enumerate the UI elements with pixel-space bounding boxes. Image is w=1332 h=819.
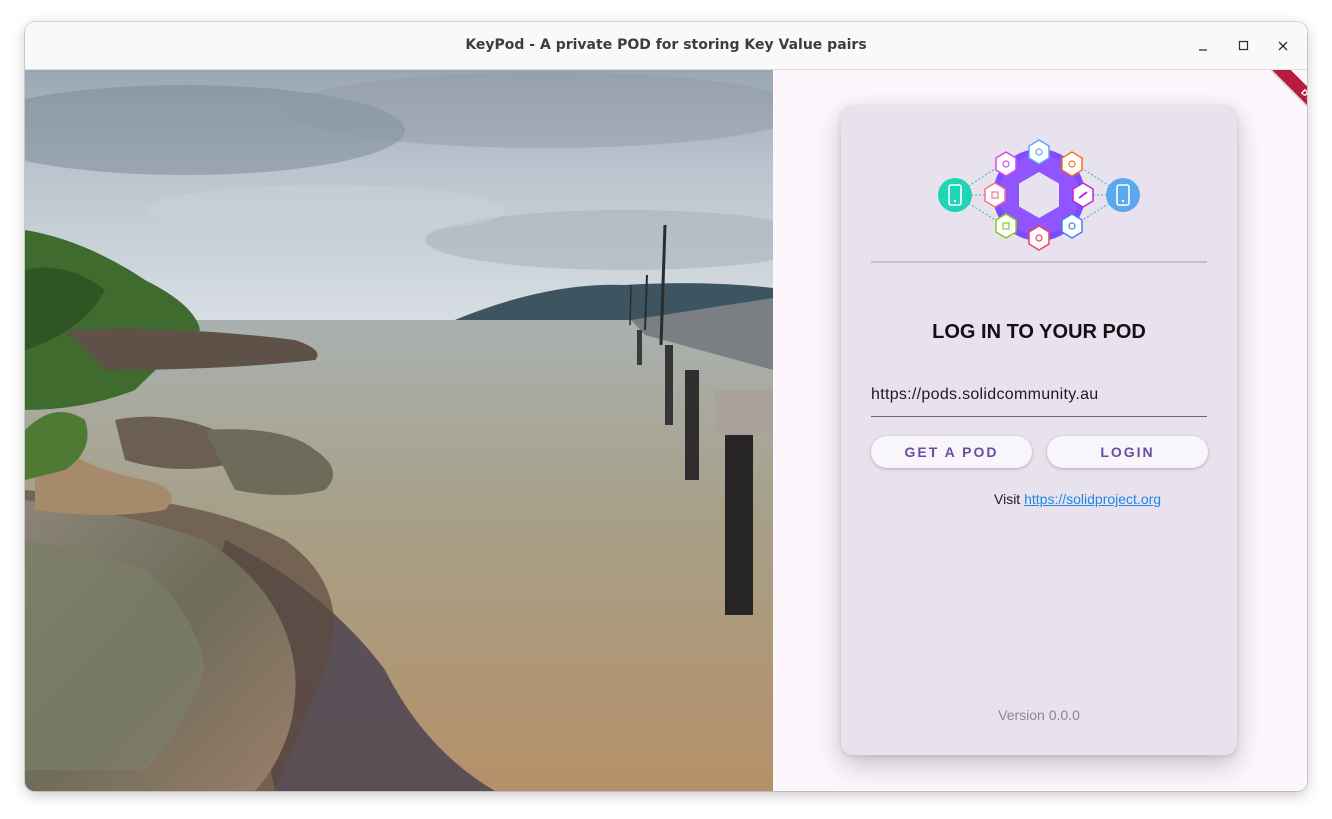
logo-divider <box>871 261 1207 263</box>
window-title: KeyPod - A private POD for storing Key V… <box>465 37 867 53</box>
visit-prefix: Visit <box>994 491 1021 507</box>
app-window: KeyPod - A private POD for storing Key V… <box>25 22 1307 791</box>
title-bar[interactable]: KeyPod - A private POD for storing Key V… <box>25 22 1307 70</box>
get-a-pod-button[interactable]: GET A POD <box>871 436 1032 468</box>
login-card: LOG IN TO YOUR POD GET A POD LOGIN Visit… <box>841 105 1237 755</box>
solid-pod-logo <box>938 139 1140 251</box>
server-url-field <box>871 377 1207 417</box>
login-pane: DEBUG LOG IN TO YOUR POD https://pods.so… <box>773 70 1307 791</box>
debug-banner: DEBUG <box>1271 70 1307 147</box>
close-icon <box>1278 41 1288 51</box>
version-label: Version 0.0.0 <box>998 707 1080 723</box>
minimize-icon <box>1199 49 1207 51</box>
visit-line: Visit https://solidproject.org <box>994 491 1161 507</box>
maximize-button[interactable] <box>1231 34 1255 58</box>
close-button[interactable] <box>1271 34 1295 58</box>
minimize-button[interactable] <box>1191 34 1215 58</box>
scenic-photo <box>25 70 773 791</box>
login-heading: LOG IN TO YOUR POD <box>932 321 1146 343</box>
login-button[interactable]: LOGIN <box>1047 436 1208 468</box>
maximize-icon <box>1238 40 1249 51</box>
server-url-input[interactable] <box>871 377 1207 413</box>
solidproject-link[interactable]: https://solidproject.org <box>1024 491 1161 507</box>
